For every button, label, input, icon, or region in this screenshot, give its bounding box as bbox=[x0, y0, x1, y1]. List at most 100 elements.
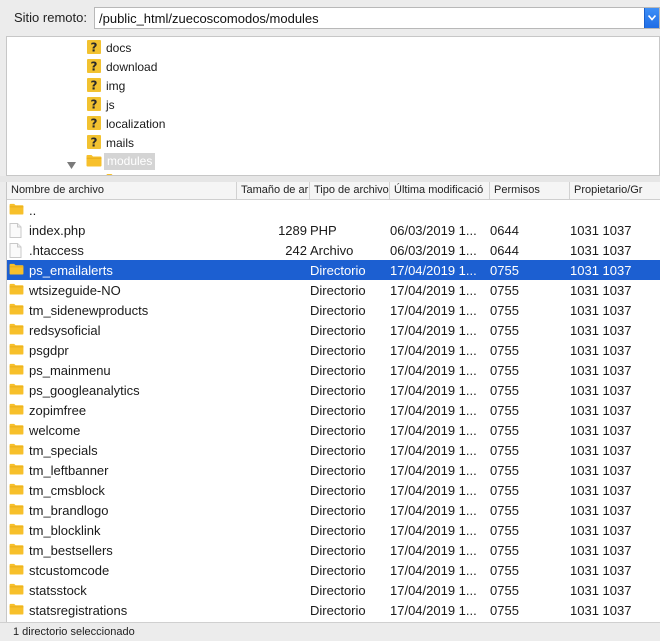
folder-icon bbox=[9, 403, 24, 418]
file-name: statsstock bbox=[29, 583, 87, 598]
file-row[interactable]: ps_mainmenu Directorio 17/04/2019 1... 0755… bbox=[7, 360, 660, 380]
file-name: zopimfree bbox=[29, 403, 87, 418]
column-header-permissions[interactable]: Permisos bbox=[490, 182, 570, 199]
file-modified: 17/04/2019 1... bbox=[390, 323, 477, 338]
file-row[interactable]: ps_emailalerts Directorio 17/04/2019 1... 0… bbox=[7, 260, 660, 280]
file-row[interactable]: tm_sidenewproducts Directorio 17/04/2019 1… bbox=[7, 300, 660, 320]
column-header-type[interactable]: Tipo de archivo bbox=[310, 182, 390, 199]
file-row[interactable]: welcome Directorio 17/04/2019 1... 0755 1031… bbox=[7, 420, 660, 440]
file-owner: 1031 1037 bbox=[570, 583, 632, 598]
file-row[interactable]: tm_brandlogo Directorio 17/04/2019 1... 075… bbox=[7, 500, 660, 520]
remote-directory-tree[interactable]: ? docs? download? img? js? localization ? mails… bbox=[6, 36, 660, 176]
file-type: Directorio bbox=[310, 323, 366, 338]
file-row[interactable]: statsregistrations Directorio 17/04/2019 1… bbox=[7, 600, 660, 620]
file-row[interactable]: .. bbox=[7, 200, 660, 220]
file-row[interactable]: tm_blocklink Directorio 17/04/2019 1... 075… bbox=[7, 520, 660, 540]
svg-text:?: ? bbox=[91, 79, 98, 93]
unknown-folder-icon: ? bbox=[87, 40, 101, 55]
file-type: Directorio bbox=[310, 343, 366, 358]
file-permissions: 0755 bbox=[490, 323, 519, 338]
file-modified: 17/04/2019 1... bbox=[390, 583, 477, 598]
file-permissions: 0644 bbox=[490, 243, 519, 258]
file-name: statsregistrations bbox=[29, 603, 128, 618]
tree-item-js[interactable]: ? js bbox=[7, 95, 659, 114]
file-row[interactable]: statsstock Directorio 17/04/2019 1... 0755 1… bbox=[7, 580, 660, 600]
file-icon bbox=[9, 223, 22, 241]
svg-text:?: ? bbox=[91, 117, 98, 131]
column-header-filename[interactable]: Nombre de archivo bbox=[7, 182, 237, 199]
file-name: ps_mainmenu bbox=[29, 363, 111, 378]
file-permissions: 0755 bbox=[490, 303, 519, 318]
file-type: Directorio bbox=[310, 563, 366, 578]
file-type: Directorio bbox=[310, 263, 366, 278]
file-row[interactable]: wtsizeguide-NO Directorio 17/04/2019 1... 0… bbox=[7, 280, 660, 300]
file-type: Directorio bbox=[310, 283, 366, 298]
file-row[interactable]: tm_leftbanner Directorio 17/04/2019 1... 07… bbox=[7, 460, 660, 480]
unknown-folder-icon: ? bbox=[87, 59, 101, 74]
svg-text:?: ? bbox=[91, 136, 98, 150]
file-modified: 17/04/2019 1... bbox=[390, 563, 477, 578]
column-header-modified[interactable]: Última modificació bbox=[390, 182, 490, 199]
file-owner: 1031 1037 bbox=[570, 303, 632, 318]
file-modified: 06/03/2019 1... bbox=[390, 223, 477, 238]
file-type: Directorio bbox=[310, 403, 366, 418]
file-owner: 1031 1037 bbox=[570, 383, 632, 398]
svg-text:?: ? bbox=[91, 98, 98, 112]
column-header-owner[interactable]: Propietario/Gr bbox=[570, 182, 660, 199]
file-permissions: 0755 bbox=[490, 583, 519, 598]
file-name: tm_bestsellers bbox=[29, 543, 113, 558]
file-name: .htaccess bbox=[29, 243, 84, 258]
file-row[interactable]: stcustomcode Directorio 17/04/2019 1... 075… bbox=[7, 560, 660, 580]
combo-dropdown-button[interactable] bbox=[644, 8, 659, 28]
file-owner: 1031 1037 bbox=[570, 243, 632, 258]
file-type: Directorio bbox=[310, 583, 366, 598]
file-row[interactable]: tm_bestsellers Directorio 17/04/2019 1... 0… bbox=[7, 540, 660, 560]
file-type: Directorio bbox=[310, 503, 366, 518]
file-row[interactable]: ps_googleanalytics Directorio 17/04/2019 1… bbox=[7, 380, 660, 400]
file-size: 1289 bbox=[278, 223, 307, 238]
svg-text:?: ? bbox=[91, 60, 98, 74]
file-type: Directorio bbox=[310, 463, 366, 478]
folder-icon bbox=[9, 323, 24, 338]
tree-item-label: localization bbox=[106, 117, 166, 131]
file-row[interactable]: tm_specials Directorio 17/04/2019 1... 0755… bbox=[7, 440, 660, 460]
file-owner: 1031 1037 bbox=[570, 523, 632, 538]
tree-item-mails[interactable]: ? mails bbox=[7, 133, 659, 152]
file-row[interactable]: tm_cmsblock Directorio 17/04/2019 1... 0755… bbox=[7, 480, 660, 500]
file-row[interactable]: redsysoficial Directorio 17/04/2019 1... 07… bbox=[7, 320, 660, 340]
tree-item-img[interactable]: ? img bbox=[7, 76, 659, 95]
tree-item-localization[interactable]: ? localization bbox=[7, 114, 659, 133]
remote-path-value[interactable]: /public_html/zuecoscomodos/modules bbox=[99, 11, 319, 26]
file-owner: 1031 1037 bbox=[570, 483, 632, 498]
file-name: tm_specials bbox=[29, 443, 98, 458]
file-row[interactable]: psgdpr Directorio 17/04/2019 1... 0755 1031 … bbox=[7, 340, 660, 360]
file-row[interactable]: zopimfree Directorio 17/04/2019 1... 0755 10… bbox=[7, 400, 660, 420]
file-permissions: 0755 bbox=[490, 283, 519, 298]
folder-icon bbox=[9, 203, 24, 218]
file-name: psgdpr bbox=[29, 343, 69, 358]
expand-triangle-icon[interactable] bbox=[67, 158, 76, 172]
file-permissions: 0755 bbox=[490, 543, 519, 558]
file-name: ps_emailalerts bbox=[29, 263, 113, 278]
unknown-folder-icon: ? bbox=[87, 78, 101, 93]
file-row[interactable]: .htaccess 242 Archivo 06/03/2019 1... 0644 10… bbox=[7, 240, 660, 260]
file-row[interactable]: index.php 1289 PHP 06/03/2019 1... 0644 1031 … bbox=[7, 220, 660, 240]
file-owner: 1031 1037 bbox=[570, 603, 632, 618]
file-name: index.php bbox=[29, 223, 86, 238]
tree-item-modules[interactable]: modules bbox=[7, 152, 659, 171]
remote-file-list[interactable]: Nombre de archivo Tamaño de ar Tipo de a… bbox=[6, 182, 660, 622]
file-owner: 1031 1037 bbox=[570, 343, 632, 358]
file-type: Directorio bbox=[310, 603, 366, 618]
remote-path-combobox[interactable]: /public_html/zuecoscomodos/modules bbox=[94, 7, 660, 29]
file-list-header: Nombre de archivo Tamaño de ar Tipo de a… bbox=[7, 182, 660, 200]
folder-icon bbox=[9, 603, 24, 618]
folder-icon bbox=[9, 263, 24, 278]
file-name: tm_blocklink bbox=[29, 523, 101, 538]
file-owner: 1031 1037 bbox=[570, 443, 632, 458]
column-header-size[interactable]: Tamaño de ar bbox=[237, 182, 310, 199]
file-modified: 17/04/2019 1... bbox=[390, 403, 477, 418]
file-modified: 17/04/2019 1... bbox=[390, 363, 477, 378]
tree-item-docs[interactable]: ? docs bbox=[7, 38, 659, 57]
tree-item-download[interactable]: ? download bbox=[7, 57, 659, 76]
file-name: tm_cmsblock bbox=[29, 483, 105, 498]
